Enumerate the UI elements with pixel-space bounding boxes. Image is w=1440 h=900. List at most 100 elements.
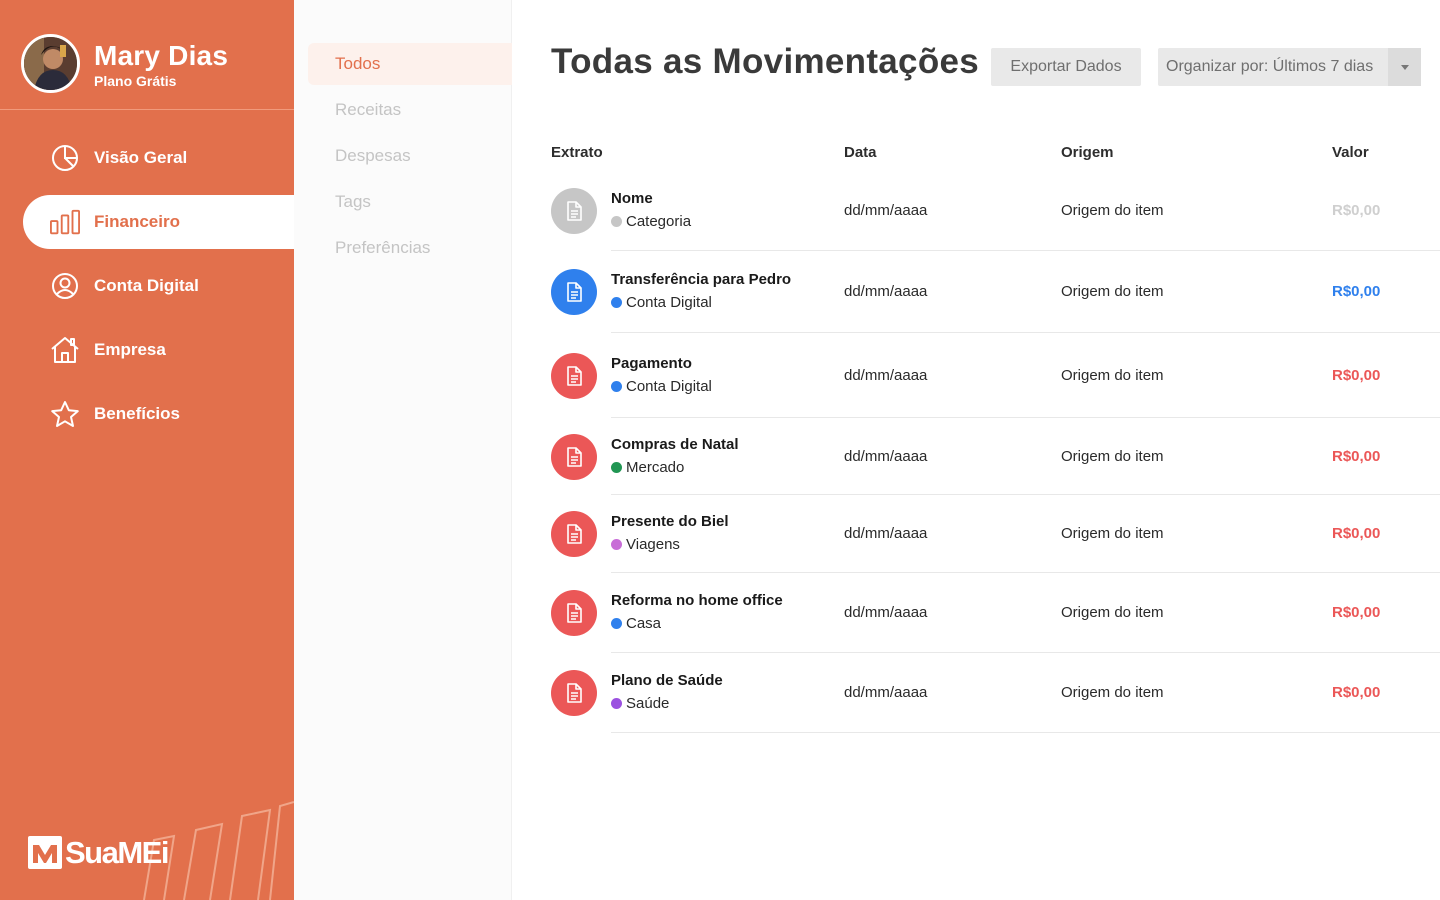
chevron-down-icon[interactable]: [1388, 48, 1421, 86]
avatar[interactable]: [21, 34, 80, 93]
sidebar-item-beneficios[interactable]: Benefícios: [0, 382, 294, 446]
document-icon: [551, 511, 597, 557]
transaction-value: R$0,00: [1332, 447, 1381, 465]
submenu-item-tags[interactable]: Tags: [308, 181, 512, 223]
transaction-category: Viagens: [611, 536, 680, 553]
main-content: Todas as Movimentações Exportar Dados Or…: [512, 0, 1440, 900]
transaction-date: dd/mm/aaaa: [844, 366, 928, 384]
category-dot-icon: [611, 461, 622, 473]
sidebar-item-financeiro[interactable]: Financeiro: [23, 195, 294, 249]
transaction-value: R$0,00: [1332, 283, 1381, 300]
transaction-origin: Origem do item: [1061, 283, 1164, 300]
sidebar-item-label: Financeiro: [94, 212, 180, 231]
transaction-category: Conta Digital: [611, 294, 712, 311]
transaction-date: dd/mm/aaaa: [844, 604, 928, 621]
category-dot-icon: [611, 618, 622, 629]
category-label: Conta Digital: [626, 294, 712, 311]
table-row[interactable]: Nome Categoria dd/mm/aaaa Origem do item R$0…: [512, 170, 1440, 251]
column-header-data: Data: [844, 144, 877, 161]
table-row[interactable]: Compras de Natal Mercado dd/mm/aaaa Origem …: [512, 418, 1440, 495]
bar-chart-icon: [50, 207, 80, 237]
transaction-date: dd/mm/aaaa: [844, 525, 928, 542]
transaction-name: Compras de Natal: [611, 435, 739, 453]
table-row[interactable]: Reforma no home office Casa dd/mm/aaaa Orig…: [512, 573, 1440, 653]
brand-logo: SuaMEi: [28, 835, 169, 870]
sort-select[interactable]: Organizar por: Últimos 7 dias: [1158, 48, 1421, 86]
transaction-value: R$0,00: [1332, 604, 1381, 621]
document-icon: [551, 187, 597, 234]
sidebar-item-empresa[interactable]: Empresa: [0, 318, 294, 382]
transaction-origin: Origem do item: [1061, 684, 1164, 701]
profile-plan: Plano Grátis: [94, 73, 177, 89]
transaction-name: Transferência para Pedro: [611, 271, 792, 288]
submenu-item-despesas[interactable]: Despesas: [308, 135, 512, 177]
table-row[interactable]: Pagamento Conta Digital dd/mm/aaaa Origem d…: [512, 333, 1440, 418]
table-row[interactable]: Transferência para Pedro Conta Digital dd/…: [512, 251, 1440, 333]
transaction-name: Presente do Biel: [611, 513, 729, 530]
category-label: Mercado: [626, 458, 685, 476]
transaction-date: dd/mm/aaaa: [844, 283, 928, 300]
document-icon: [551, 590, 597, 636]
transaction-origin: Origem do item: [1061, 201, 1164, 219]
main-nav: Visão Geral Financeiro Conta Digital Emp…: [0, 126, 294, 446]
transaction-name: Reforma no home office: [611, 592, 783, 609]
transaction-origin: Origem do item: [1061, 525, 1164, 542]
category-dot-icon: [611, 698, 622, 709]
sidebar-item-label: Conta Digital: [94, 276, 199, 295]
document-icon: [551, 433, 597, 480]
transaction-date: dd/mm/aaaa: [844, 447, 928, 465]
transaction-category: Mercado: [611, 459, 684, 476]
transaction-value: R$0,00: [1332, 525, 1381, 542]
submenu-item-preferencias[interactable]: Preferências: [308, 227, 512, 269]
submenu-item-todos[interactable]: Todos: [308, 43, 512, 85]
column-header-valor: Valor: [1332, 144, 1369, 161]
sort-select-value: Organizar por: Últimos 7 dias: [1166, 58, 1374, 75]
submenu-item-receitas[interactable]: Receitas: [308, 89, 512, 131]
export-button[interactable]: Exportar Dados: [991, 48, 1141, 86]
sidebar-item-label: Benefícios: [94, 404, 180, 423]
transaction-value: R$0,00: [1332, 684, 1381, 701]
transaction-category: Categoria: [611, 213, 691, 230]
sidebar-item-conta-digital[interactable]: Conta Digital: [0, 254, 294, 318]
row-divider: [611, 732, 1440, 733]
sidebar-item-label: Visão Geral: [94, 148, 188, 167]
sidebar-item-visao-geral[interactable]: Visão Geral: [0, 126, 294, 190]
transaction-origin: Origem do item: [1061, 366, 1164, 384]
transaction-origin: Origem do item: [1061, 604, 1164, 621]
transaction-category: Saúde: [611, 695, 669, 712]
category-dot-icon: [611, 380, 622, 392]
column-header-extrato: Extrato: [551, 144, 603, 161]
table-row[interactable]: Plano de Saúde Saúde dd/mm/aaaa Origem do i…: [512, 653, 1440, 733]
table-row[interactable]: Presente do Biel Viagens dd/mm/aaaa Origem …: [512, 495, 1440, 573]
transaction-date: dd/mm/aaaa: [844, 684, 928, 701]
transaction-category: Conta Digital: [611, 378, 712, 395]
column-header-origem: Origem: [1061, 144, 1114, 161]
transaction-origin: Origem do item: [1061, 447, 1164, 465]
category-label: Saúde: [626, 695, 670, 712]
star-icon: [50, 399, 80, 429]
brand-name: SuaMEi: [65, 835, 169, 870]
profile-name: Mary Dias: [94, 40, 229, 71]
category-dot-icon: [611, 539, 622, 550]
brand-mark-icon: [28, 836, 62, 869]
document-icon: [551, 269, 597, 315]
category-dot-icon: [611, 215, 622, 227]
sidebar-item-label: Empresa: [94, 340, 166, 359]
transaction-name: Plano de Saúde: [611, 672, 723, 689]
house-icon: [50, 335, 80, 365]
category-dot-icon: [611, 297, 622, 308]
category-label: Viagens: [626, 536, 680, 553]
transaction-category: Casa: [611, 615, 661, 632]
category-label: Conta Digital: [626, 377, 712, 395]
sidebar: Mary Dias Plano Grátis Visão Geral Finan…: [0, 0, 294, 900]
document-icon: [551, 670, 597, 716]
transaction-name: Pagamento: [611, 354, 692, 372]
user-circle-icon: [50, 271, 80, 301]
category-label: Categoria: [626, 212, 692, 230]
pie-chart-icon: [50, 143, 80, 173]
transaction-value: R$0,00: [1332, 201, 1381, 219]
transaction-name: Nome: [611, 189, 653, 207]
document-icon: [551, 352, 597, 399]
category-label: Casa: [626, 615, 662, 632]
page-title: Todas as Movimentações: [551, 42, 980, 81]
